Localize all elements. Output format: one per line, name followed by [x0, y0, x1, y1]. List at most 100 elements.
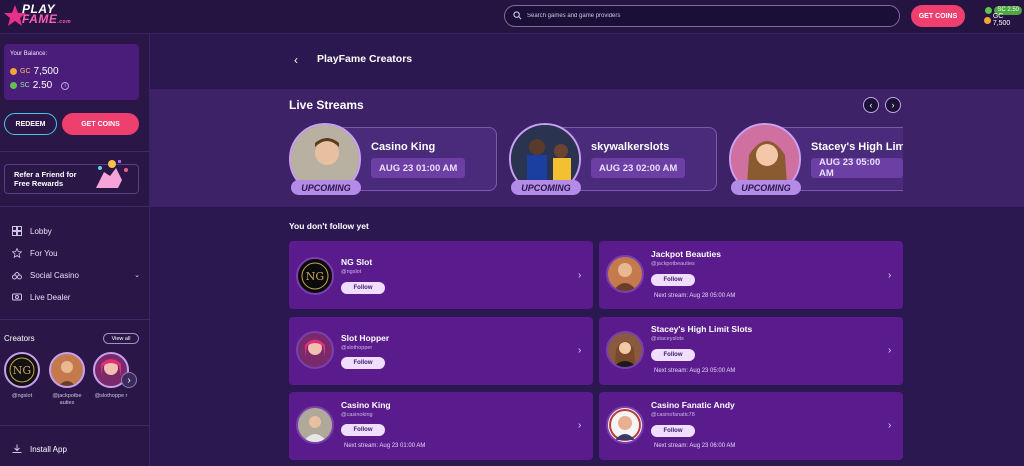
streamer-name: skywalkerslots [591, 141, 670, 153]
next-stream-label: Next stream: [344, 443, 379, 449]
sc-balance-row: SC 2.50 i [10, 80, 70, 91]
follow-button[interactable]: Follow [651, 349, 695, 361]
person-icon [613, 263, 637, 291]
sidebar-item-lobby[interactable]: Lobby [12, 226, 52, 236]
chevron-right-icon[interactable]: › [888, 345, 891, 356]
next-stream-label: Next stream: [654, 293, 689, 299]
sc-coin-icon [985, 6, 993, 14]
svg-text:NG: NG [13, 364, 31, 377]
creator-avatar [606, 255, 644, 293]
next-stream: Next stream: Aug 28 05:00 AM [654, 293, 735, 299]
person-icon [609, 409, 641, 441]
creator-card[interactable] [599, 241, 903, 309]
follow-button[interactable]: Follow [651, 425, 695, 437]
divider [0, 319, 150, 320]
svg-text:NG: NG [306, 270, 324, 283]
sidebar-get-coins-button[interactable]: GET COINS [62, 113, 139, 135]
follow-button[interactable]: Follow [341, 424, 385, 436]
creator-card[interactable] [289, 317, 593, 385]
person-icon [613, 341, 637, 367]
follow-button[interactable]: Follow [341, 282, 385, 294]
chevron-right-icon[interactable]: › [888, 270, 891, 281]
search-input[interactable] [527, 8, 887, 24]
carousel-prev-button[interactable]: ‹ [863, 97, 879, 113]
next-stream-date: Aug 23 01:00 AM [379, 443, 426, 449]
chevron-right-icon[interactable]: › [578, 345, 581, 356]
refer-text: Refer a Friend for Free Rewards [14, 170, 77, 188]
creator-avatar [296, 331, 334, 369]
sc-label: SC [20, 82, 30, 89]
redeem-button[interactable]: REDEEM [4, 113, 57, 135]
creator-name: Slot Hopper [341, 333, 390, 343]
upcoming-badge: UPCOMING [511, 180, 581, 195]
cherry-icon [12, 272, 22, 280]
creator-card[interactable] [289, 392, 593, 460]
next-stream: Next stream: Aug 23 06:00 AM [654, 443, 735, 449]
divider [0, 151, 150, 152]
creators-title: Creators [4, 334, 35, 343]
creators-next-button[interactable]: › [121, 372, 137, 388]
upcoming-badge: UPCOMING [731, 180, 801, 195]
sidebar-item-label: For You [30, 248, 58, 258]
header-balance[interactable]: SC 2.50 GC 7,500 [984, 5, 1022, 27]
creator-avatar: NG [296, 257, 334, 295]
follow-section-title: You don't follow yet [289, 221, 369, 231]
creator-handle: @casinoking [341, 412, 373, 418]
follow-button[interactable]: Follow [651, 274, 695, 286]
divider [0, 206, 150, 207]
logo-suffix: .com [57, 19, 72, 25]
stream-date: AUG 23 02:00 AM [591, 158, 686, 178]
chevron-right-icon[interactable]: › [578, 270, 581, 281]
get-coins-button[interactable]: GET COINS [911, 5, 965, 27]
balance-title: Your Balance: [10, 51, 48, 57]
sidebar-item-label: Live Dealer [30, 292, 71, 302]
upcoming-badge: UPCOMING [291, 180, 361, 195]
creator-avatar-jackpotbeauties[interactable] [49, 352, 85, 388]
chevron-down-icon: ⌄ [134, 272, 140, 279]
creator-handle: @casinofanatic78 [651, 412, 695, 418]
lobby-icon [12, 226, 22, 236]
stream-date: AUG 23 01:00 AM [371, 158, 466, 178]
info-icon[interactable]: i [61, 81, 70, 90]
creator-card[interactable] [289, 241, 593, 309]
gc-coin-icon [10, 68, 17, 75]
sidebar-item-live-dealer[interactable]: Live Dealer [12, 292, 70, 302]
creator-card[interactable] [599, 392, 903, 460]
creator-handle: @ngslot [341, 269, 362, 275]
gc-label: GC [20, 68, 31, 75]
creator-avatar [296, 406, 334, 444]
install-app-label: Install App [30, 444, 67, 454]
next-stream-date: Aug 28 05:00 AM [689, 293, 736, 299]
ng-logo-icon: NG [301, 262, 329, 290]
creator-handle: @jackpotbe auties [52, 393, 82, 406]
creator-name: Jackpot Beauties [651, 249, 721, 259]
carousel-next-button[interactable]: › [885, 97, 901, 113]
search-bar[interactable] [504, 5, 900, 27]
creator-handle: @ngslot [11, 393, 33, 399]
streamer-name: Casino King [371, 141, 436, 153]
creator-name: Casino King [341, 400, 391, 410]
star-icon [12, 248, 22, 258]
install-app-button[interactable]: Install App [12, 444, 67, 454]
creator-avatar-ngslot[interactable]: NG [4, 352, 40, 388]
sc-value: 2.50 [32, 80, 53, 91]
view-all-button[interactable]: View all [103, 333, 139, 344]
gift-hand-icon [96, 160, 128, 188]
follow-button[interactable]: Follow [341, 357, 385, 369]
download-icon [12, 444, 22, 453]
next-stream: Next stream: Aug 23 01:00 AM [344, 443, 425, 449]
back-arrow-icon[interactable]: ‹ [294, 53, 298, 67]
divider [0, 425, 150, 426]
sidebar-item-social-casino[interactable]: Social Casino ⌄ [12, 270, 140, 280]
chevron-right-icon[interactable]: › [888, 420, 891, 431]
logo-line-2: FAME [22, 12, 58, 26]
creator-name: Stacey's High Limit Slots [651, 324, 753, 334]
creator-avatar [606, 406, 644, 444]
creator-handle: @staceyslots [651, 336, 684, 342]
sidebar-item-for-you[interactable]: For You [12, 248, 58, 258]
next-stream-date: Aug 23 05:00 AM [689, 368, 736, 374]
creator-avatar [606, 331, 644, 369]
person-icon [298, 408, 332, 442]
chevron-right-icon[interactable]: › [578, 420, 581, 431]
gc-value: 7,500 [33, 66, 59, 77]
